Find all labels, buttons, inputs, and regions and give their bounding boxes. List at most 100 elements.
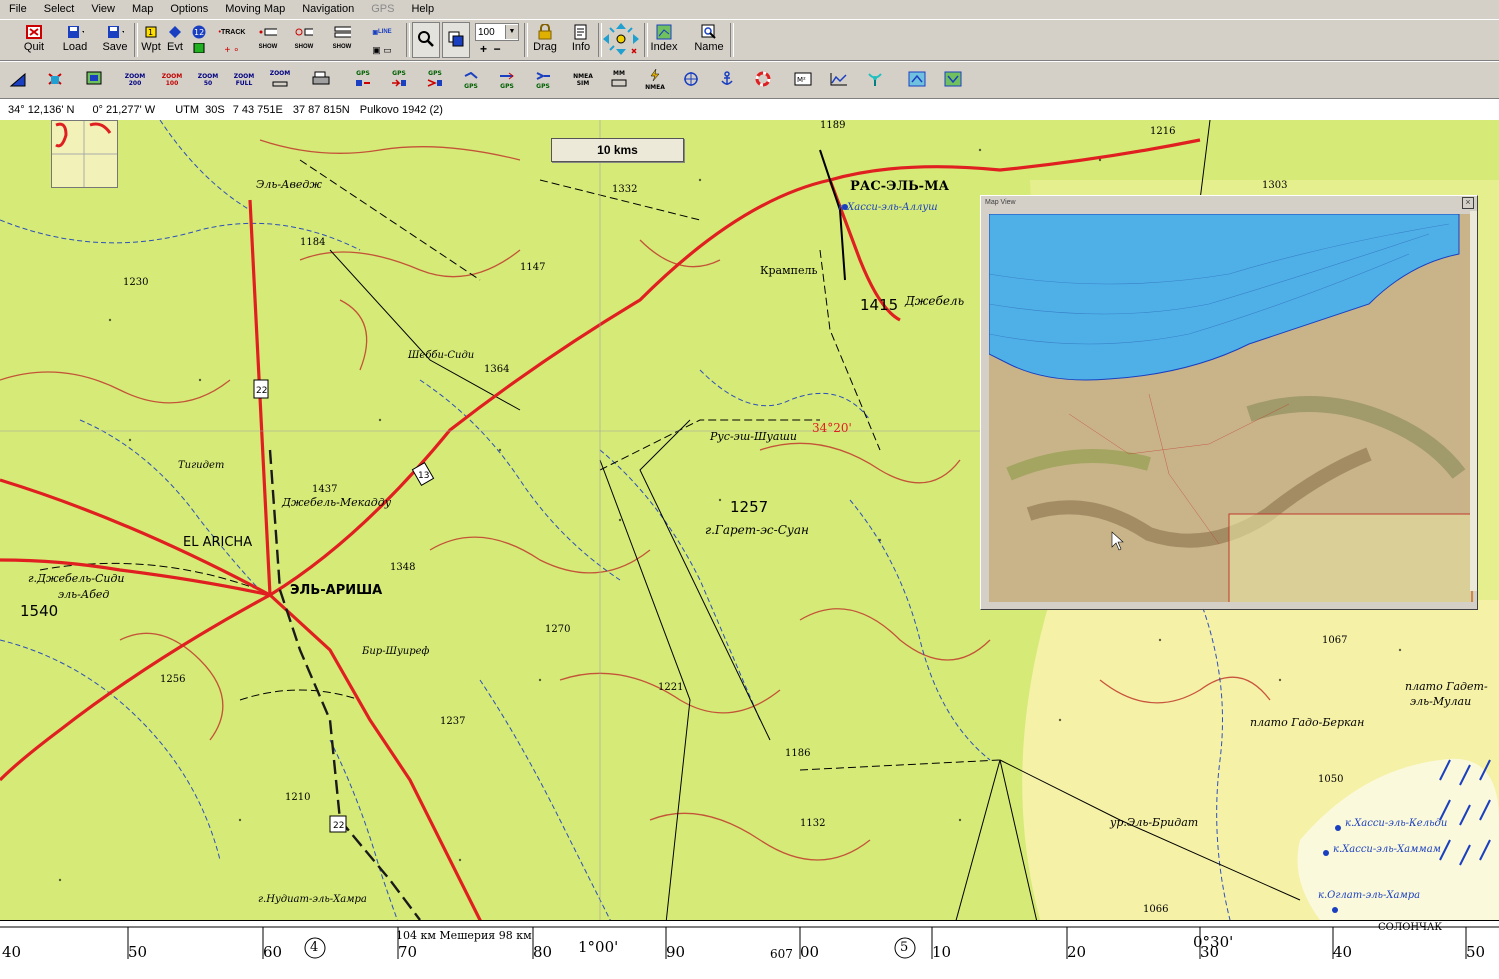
profile-button[interactable]	[824, 66, 854, 94]
map-label-elevation: 1332	[612, 184, 637, 195]
gps-upload-button[interactable]: GPS	[384, 66, 414, 94]
gps-waypoints-button[interactable]: GPS	[528, 66, 558, 94]
anchor-button[interactable]	[712, 66, 742, 94]
hand-tool-button[interactable]	[40, 66, 70, 94]
drag-button[interactable]: Drag	[530, 22, 560, 58]
antenna-icon	[866, 71, 884, 90]
measure-tool-button[interactable]	[4, 66, 34, 94]
route-button[interactable]: 12	[188, 22, 210, 58]
gps-route-button[interactable]: GPS	[456, 66, 486, 94]
svg-text:12: 12	[194, 28, 204, 37]
northing-readout: 37 87 815N	[292, 103, 350, 116]
load-button[interactable]: Load	[58, 22, 92, 58]
map-canvas[interactable]: 22 13 22 РАС-ЭЛЬ-МА к.Хасси-эль-Аллуш EL…	[0, 120, 1499, 979]
track-button[interactable]: • TRACK + ∘	[214, 22, 250, 58]
moving-map-button[interactable]: MM	[604, 66, 634, 94]
map-label-dzhebel-sidi: г.Джебель-Сиди	[28, 572, 125, 585]
load-label: Load	[62, 41, 88, 53]
longitude-1-00: 1°00'	[578, 938, 619, 956]
gps-download-button[interactable]: GPS	[420, 66, 450, 94]
show-track-button[interactable]: SHOW	[254, 22, 282, 58]
index-button[interactable]: Index	[648, 22, 680, 58]
index-label: Index	[650, 41, 678, 53]
show1-label: SHOW	[258, 44, 278, 50]
menu-view[interactable]: View	[82, 0, 123, 19]
menu-navigation[interactable]: Navigation	[293, 0, 362, 19]
map-export-button[interactable]	[902, 66, 932, 94]
chevron-down-icon[interactable]: ▼	[505, 25, 518, 39]
map-label-dzhebel: Джебель	[904, 294, 964, 308]
map-view-window[interactable]: Map View ×	[980, 195, 1478, 610]
zoom-200-button[interactable]: ZOOM 200	[120, 66, 150, 94]
sheet-number-4: 4	[310, 940, 319, 955]
event-button[interactable]: Evt	[164, 22, 186, 58]
save-button[interactable]: Save	[98, 22, 132, 58]
info-document-icon	[572, 24, 590, 40]
map-label-elevation: 1348	[390, 562, 415, 573]
antenna-button[interactable]	[860, 66, 890, 94]
gps-connect-button[interactable]: GPS	[348, 66, 378, 94]
zoom-full-button[interactable]: ZOOM FULL	[229, 66, 259, 94]
map-import-icon	[944, 71, 962, 90]
menu-help[interactable]: Help	[402, 0, 442, 19]
map-view-overview[interactable]	[989, 214, 1474, 602]
gps-download-label: GPS	[428, 70, 442, 77]
map-label-garet: г.Гарет-эс-Суан	[705, 523, 809, 537]
name-button[interactable]: Name	[692, 22, 726, 58]
map-label-elevation: 1437	[312, 484, 337, 495]
quit-button[interactable]: Quit	[20, 22, 48, 58]
nmea-button[interactable]: NMEA	[640, 66, 670, 94]
map-label-elevation: 1415	[860, 296, 898, 314]
map-label-bir-shuiref: Бир-Шуиреф	[361, 646, 430, 657]
map-import-button[interactable]	[938, 66, 968, 94]
menu-select[interactable]: Select	[35, 0, 83, 19]
gps-connect-icon	[355, 77, 371, 90]
map-sheet-button[interactable]	[80, 66, 110, 94]
datum-readout: Pulkovo 1942 (2)	[359, 103, 443, 116]
print-button[interactable]	[306, 66, 336, 94]
show-points-button[interactable]: SHOW	[290, 22, 318, 58]
close-icon[interactable]: ×	[1462, 197, 1474, 209]
minimap-grid-icon	[52, 121, 117, 187]
pan-arrows-button[interactable]	[602, 22, 640, 58]
map-view-scrollbar[interactable]	[1470, 211, 1477, 591]
gps-upload-icon	[391, 77, 407, 90]
nmea-sim-button[interactable]: NMEA SIM	[568, 66, 598, 94]
map-label-solonchak: СОЛОНЧАК	[1378, 922, 1443, 933]
zoom-other-icon	[272, 77, 288, 90]
menu-moving-map[interactable]: Moving Map	[216, 0, 293, 19]
zoom-100-button[interactable]: ZOOM 100	[157, 66, 187, 94]
hand-cross-icon	[45, 70, 65, 91]
evt-label: Evt	[167, 41, 183, 53]
menu-bar: File Select View Map Options Moving Map …	[0, 0, 1499, 19]
waypoint-button[interactable]: 1 Wpt	[140, 22, 162, 58]
crosshair-button[interactable]	[676, 66, 706, 94]
zoom-other-label: ZOOM	[269, 70, 291, 77]
drag-label: Drag	[533, 41, 557, 53]
pan-arrows-icon	[602, 22, 640, 59]
zoom-tool-button[interactable]	[412, 22, 440, 58]
menu-file[interactable]: File	[0, 0, 35, 19]
menu-map[interactable]: Map	[123, 0, 161, 19]
zoom-50-button[interactable]: ZOOM 50	[193, 66, 223, 94]
area-button[interactable]: M²	[788, 66, 818, 94]
gps-track-button[interactable]: GPS	[492, 66, 522, 94]
line-button[interactable]: ▣ LINE ▣ ▭	[362, 22, 402, 58]
zoom-window-button[interactable]	[442, 22, 470, 58]
overview-minimap[interactable]	[51, 120, 118, 188]
show-grid-button[interactable]: SHOW	[328, 22, 356, 58]
coordinate-status-bar: 34° 12,136' N 0° 21,277' W UTM 30S 7 43 …	[0, 98, 1499, 120]
zoom-in-out-icons[interactable]: + −	[480, 42, 501, 56]
zoom-other-button[interactable]: ZOOM	[265, 66, 295, 94]
lightning-icon	[648, 68, 662, 84]
zoom-200-label: ZOOM 200	[124, 73, 146, 87]
lifebuoy-button[interactable]	[748, 66, 778, 94]
menu-options[interactable]: Options	[161, 0, 216, 19]
road-number-label: 22	[333, 821, 344, 831]
info-button[interactable]: Info	[566, 22, 596, 58]
map-view-titlebar[interactable]: Map View ×	[981, 196, 1477, 209]
map-label-tigident: Тигидет	[178, 460, 224, 471]
measure-icon	[9, 70, 29, 91]
lock-icon	[536, 24, 554, 40]
zoom-level-select[interactable]: 100 ▼	[475, 23, 519, 41]
